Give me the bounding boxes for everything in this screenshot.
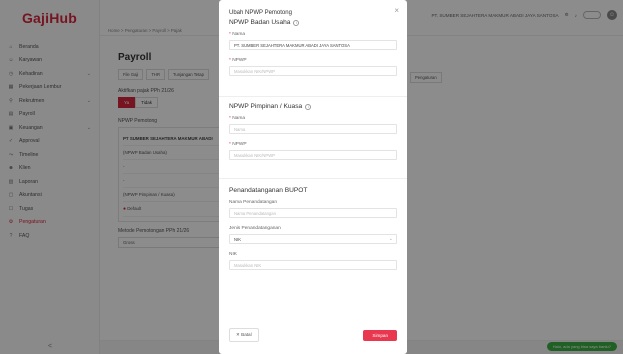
nama-badan-input[interactable] bbox=[229, 40, 397, 50]
pimpinan-npwp-label: * NPWP bbox=[229, 142, 247, 147]
badan-usaha-section: NPWP Badan Usaha i * Nama * NPWP bbox=[219, 19, 407, 84]
pimpinan-npwp-label-text: NPWP bbox=[232, 142, 247, 147]
modal-footer: ✕ Batal Simpan bbox=[229, 328, 397, 342]
modal-header: Ubah NPWP Pemotong bbox=[219, 0, 407, 16]
section-divider bbox=[219, 178, 407, 179]
nik-label: NIK bbox=[229, 252, 237, 257]
jenis-label: Jenis Penandatanganan bbox=[229, 226, 281, 231]
pimpinan-section: NPWP Pimpinan / Kuasa i * Nama * NPWP bbox=[219, 103, 407, 168]
close-icon[interactable]: × bbox=[394, 6, 399, 15]
badan-usaha-title: NPWP Badan Usaha i bbox=[229, 19, 397, 26]
badan-usaha-title-text: NPWP Badan Usaha bbox=[229, 19, 291, 26]
info-icon: i bbox=[293, 19, 300, 26]
pimpinan-npwp-input[interactable] bbox=[229, 150, 397, 160]
nama-label-text: Nama bbox=[232, 32, 245, 37]
penandatangan-label: Nama Penandatangan bbox=[229, 200, 278, 205]
bupot-section: Penandatanganan BUPOT Nama Penandatangan… bbox=[219, 187, 407, 278]
pimpinan-nama-label-text: Nama bbox=[232, 116, 245, 121]
jenis-select-value[interactable]: NIK bbox=[229, 234, 397, 244]
cancel-button[interactable]: ✕ Batal bbox=[229, 328, 259, 342]
npwp-badan-input[interactable] bbox=[229, 66, 397, 76]
bupot-title: Penandatanganan BUPOT bbox=[229, 187, 308, 194]
pimpinan-title-text: NPWP Pimpinan / Kuasa bbox=[229, 103, 303, 110]
pimpinan-nama-label: * Nama bbox=[229, 116, 245, 121]
save-button[interactable]: Simpan bbox=[363, 329, 397, 341]
chevron-down-icon: ⌄ bbox=[388, 236, 393, 242]
info-icon: i bbox=[305, 103, 312, 110]
pimpinan-nama-input[interactable] bbox=[229, 124, 397, 134]
npwp-label: * NPWP bbox=[229, 58, 247, 63]
modal-title: Ubah NPWP Pemotong bbox=[229, 10, 292, 16]
penandatangan-input[interactable] bbox=[229, 208, 397, 218]
section-divider bbox=[219, 96, 407, 97]
jenis-select[interactable]: NIK ⌄ bbox=[229, 234, 397, 244]
edit-npwp-modal: Ubah NPWP Pemotong × NPWP Badan Usaha i … bbox=[219, 0, 407, 354]
npwp-label-text: NPWP bbox=[232, 58, 247, 63]
nik-input[interactable] bbox=[229, 260, 397, 270]
pimpinan-title: NPWP Pimpinan / Kuasa i bbox=[229, 103, 397, 110]
nama-label: * Nama bbox=[229, 32, 245, 37]
